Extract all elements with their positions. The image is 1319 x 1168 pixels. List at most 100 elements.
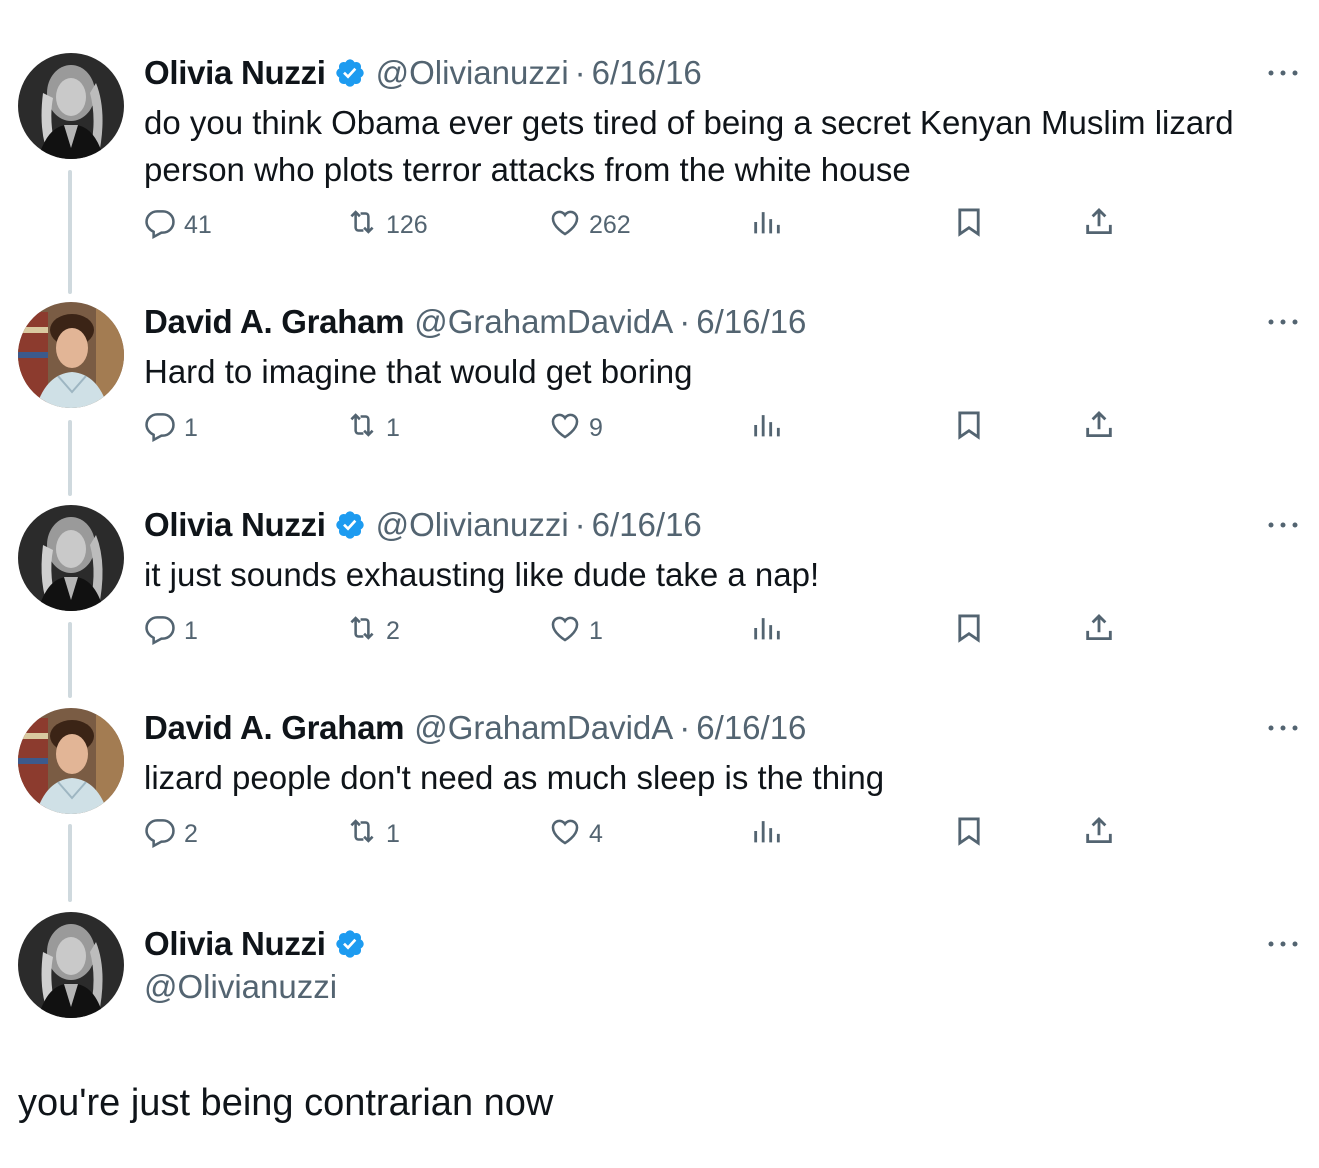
tweet-header: Olivia Nuzzi @Olivianuzzi · 6/16/16 <box>144 53 702 93</box>
bookmark-button[interactable] <box>952 611 986 651</box>
more-icon[interactable] <box>1266 310 1300 334</box>
repost-button[interactable]: 2 <box>345 611 400 651</box>
views-button[interactable] <box>750 814 784 854</box>
more-icon[interactable] <box>1266 932 1300 956</box>
like-button[interactable]: 9 <box>548 408 603 448</box>
avatar[interactable] <box>18 708 124 814</box>
tweet-header: David A. Graham @GrahamDavidA · 6/16/16 <box>144 708 806 748</box>
bookmark-icon <box>952 611 986 652</box>
reply-button[interactable]: 1 <box>143 611 198 651</box>
repost-button[interactable]: 1 <box>345 408 400 448</box>
tweet-header: Olivia Nuzzi @Olivianuzzi · 6/16/16 <box>144 505 702 545</box>
display-name[interactable]: Olivia Nuzzi <box>144 53 326 93</box>
avatar[interactable] <box>18 302 124 408</box>
focused-tweet-text: you're just being contrarian now <box>18 1082 554 1124</box>
share-icon <box>1082 408 1116 449</box>
like-button[interactable]: 4 <box>548 814 603 854</box>
avatar[interactable] <box>18 53 124 159</box>
tweet-text: it just sounds exhausting like dude take… <box>144 556 820 593</box>
like-count: 1 <box>589 616 603 645</box>
repost-count: 2 <box>386 616 400 645</box>
repost-button[interactable]: 126 <box>345 205 428 245</box>
handle[interactable]: @Olivianuzzi <box>376 505 569 545</box>
share-button[interactable] <box>1082 408 1116 448</box>
bookmark-icon <box>952 814 986 855</box>
share-icon <box>1082 814 1116 855</box>
timestamp[interactable]: 6/16/16 <box>592 53 702 93</box>
reply-icon <box>143 814 177 855</box>
action-bar: 1 2 1 <box>0 611 1319 651</box>
reply-count: 2 <box>184 819 198 848</box>
tweet-text: do you think Obama ever gets tired of be… <box>144 104 1234 188</box>
views-button[interactable] <box>750 205 784 245</box>
verified-badge-icon <box>334 509 366 541</box>
like-count: 4 <box>589 819 603 848</box>
bookmark-icon <box>952 408 986 449</box>
share-button[interactable] <box>1082 611 1116 651</box>
more-icon[interactable] <box>1266 513 1300 537</box>
bookmark-button[interactable] <box>952 408 986 448</box>
share-button[interactable] <box>1082 205 1116 245</box>
like-icon <box>548 408 582 449</box>
reply-icon <box>143 611 177 652</box>
repost-count: 126 <box>386 210 428 239</box>
views-icon <box>750 205 784 246</box>
timestamp[interactable]: 6/16/16 <box>592 505 702 545</box>
tweet-header: David A. Graham @GrahamDavidA · 6/16/16 <box>144 302 806 342</box>
separator-dot: · <box>574 54 586 91</box>
repost-button[interactable]: 1 <box>345 814 400 854</box>
like-icon <box>548 611 582 652</box>
timestamp[interactable]: 6/16/16 <box>696 302 806 342</box>
views-icon <box>750 814 784 855</box>
reply-button[interactable]: 1 <box>143 408 198 448</box>
action-bar: 2 1 4 <box>0 814 1319 854</box>
like-icon <box>548 814 582 855</box>
verified-badge-icon <box>334 928 366 960</box>
reply-count: 41 <box>184 210 212 239</box>
reply-button[interactable]: 2 <box>143 814 198 854</box>
separator-dot: · <box>679 709 691 746</box>
display-name[interactable]: David A. Graham <box>144 708 405 748</box>
display-name[interactable]: Olivia Nuzzi <box>144 505 326 545</box>
like-count: 9 <box>589 413 603 442</box>
reply-icon <box>143 408 177 449</box>
reply-count: 1 <box>184 413 198 442</box>
reply-button[interactable]: 41 <box>143 205 212 245</box>
action-bar: 41 126 262 <box>0 205 1319 245</box>
views-icon <box>750 408 784 449</box>
more-icon[interactable] <box>1266 716 1300 740</box>
repost-icon <box>345 408 379 449</box>
reply-count: 1 <box>184 616 198 645</box>
bookmark-button[interactable] <box>952 205 986 245</box>
tweet-header: Olivia Nuzzi <box>144 924 366 964</box>
tweet-text: Hard to imagine that would get boring <box>144 353 693 390</box>
handle[interactable]: @Olivianuzzi <box>144 967 337 1007</box>
share-button[interactable] <box>1082 814 1116 854</box>
share-icon <box>1082 611 1116 652</box>
repost-icon <box>345 611 379 652</box>
like-button[interactable]: 1 <box>548 611 603 651</box>
like-button[interactable]: 262 <box>548 205 631 245</box>
handle[interactable]: @GrahamDavidA <box>414 708 673 748</box>
separator-dot: · <box>679 303 691 340</box>
tweet-text: lizard people don't need as much sleep i… <box>144 759 885 796</box>
like-icon <box>548 205 582 246</box>
repost-count: 1 <box>386 413 400 442</box>
bookmark-button[interactable] <box>952 814 986 854</box>
separator-dot: · <box>574 506 586 543</box>
handle[interactable]: @GrahamDavidA <box>414 302 673 342</box>
bookmark-icon <box>952 205 986 246</box>
display-name[interactable]: David A. Graham <box>144 302 405 342</box>
like-count: 262 <box>589 210 631 239</box>
avatar[interactable] <box>18 912 124 1018</box>
display-name[interactable]: Olivia Nuzzi <box>144 924 326 964</box>
avatar[interactable] <box>18 505 124 611</box>
reply-icon <box>143 205 177 246</box>
views-button[interactable] <box>750 408 784 448</box>
action-bar: 1 1 9 <box>0 408 1319 448</box>
views-button[interactable] <box>750 611 784 651</box>
more-icon[interactable] <box>1266 61 1300 85</box>
timestamp[interactable]: 6/16/16 <box>696 708 806 748</box>
verified-badge-icon <box>334 57 366 89</box>
handle[interactable]: @Olivianuzzi <box>376 53 569 93</box>
